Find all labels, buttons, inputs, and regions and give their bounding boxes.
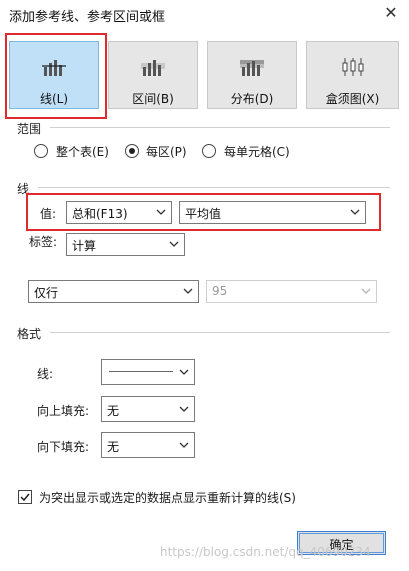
fill-above-dropdown[interactable]: 无 [101,396,195,422]
line-style-preview [109,371,173,372]
tag-text: 计算 [72,239,97,253]
recalc-checkbox[interactable] [18,490,32,504]
chevron-down-icon [183,288,193,294]
line-icon [42,60,66,76]
close-icon[interactable]: ✕ [383,3,399,22]
type-line-label: 线(L) [39,92,69,106]
line-style-label: 线: [37,367,54,381]
scope-per-pane-radio[interactable] [125,144,139,158]
tag-dropdown[interactable]: 计算 [66,233,185,256]
tooltip-dropdown[interactable]: 仅行 [28,280,199,303]
chevron-down-icon [179,406,189,412]
scope-divider [50,127,390,128]
fill-above-text: 无 [107,404,120,418]
format-divider [50,332,390,333]
scope-per-pane-label: 每区(P) [146,145,187,159]
chevron-down-icon [169,241,179,247]
line-heading: 线 [17,182,30,196]
chevron-down-icon [156,209,166,215]
percent-text: 95 [212,284,228,298]
scope-entire-table-radio[interactable] [34,144,48,158]
type-distribution-button[interactable]: 分布(D) [207,41,297,109]
check-icon [20,493,30,502]
aggregation-text: 平均值 [185,207,222,221]
type-line-button[interactable]: 线(L) [9,41,99,109]
recalc-label: 为突出显示或选定的数据点显示重新计算的线(S) [39,491,296,505]
watermark-text: https://blog.csdn.net/qq_40690234 [160,545,371,559]
distribution-icon [240,60,264,76]
line-style-dropdown[interactable] [101,359,195,385]
line-divider [38,187,390,188]
scope-heading: 范围 [17,122,42,136]
type-boxplot-label: 盒须图(X) [325,92,380,106]
dialog-title: 添加参考线、参考区间或框 [9,10,166,25]
boxplot-icon [342,58,363,76]
fill-above-label: 向上填充: [37,404,90,418]
type-band-label: 区间(B) [132,92,174,106]
type-band-button[interactable]: 区间(B) [108,41,198,109]
band-icon [141,60,165,76]
chevron-down-icon [179,442,189,448]
percent-dropdown: 95 [206,280,377,303]
fill-below-label: 向下填充: [37,440,90,454]
type-boxplot-button[interactable]: 盒须图(X) [306,41,399,109]
scope-entire-table-label: 整个表(E) [56,145,109,159]
tooltip-text: 仅行 [34,286,59,300]
chevron-down-icon [179,369,189,375]
type-distribution-label: 分布(D) [230,92,274,106]
scope-per-cell-radio[interactable] [202,144,216,158]
scope-per-cell-label: 每单元格(C) [224,145,290,159]
value-label: 值: [40,207,57,221]
value-field-dropdown[interactable]: 总和(F13) [66,201,172,224]
chevron-down-icon [350,209,360,215]
chevron-down-icon [361,288,371,294]
fill-below-dropdown[interactable]: 无 [101,432,195,458]
tag-label: 标签: [29,235,58,249]
aggregation-dropdown[interactable]: 平均值 [179,201,366,224]
fill-below-text: 无 [107,440,120,454]
format-heading: 格式 [17,327,42,341]
value-field-text: 总和(F13) [72,207,128,221]
